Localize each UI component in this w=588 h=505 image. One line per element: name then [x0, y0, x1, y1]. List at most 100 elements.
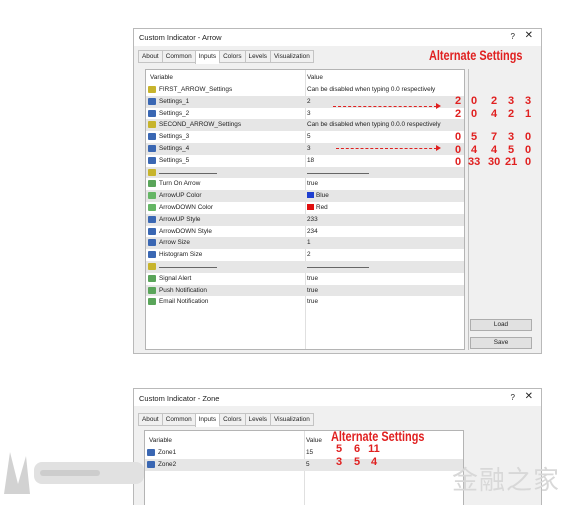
table-row[interactable]: ArrowDOWN Style 234: [146, 226, 464, 238]
tab-colors[interactable]: Colors: [219, 413, 245, 426]
alternate-value: 4: [470, 144, 478, 156]
tab-common[interactable]: Common: [161, 413, 195, 426]
tab-inputs[interactable]: Inputs: [194, 50, 220, 64]
variable-value[interactable]: 15: [306, 449, 313, 456]
color-swatch: [307, 204, 314, 210]
alternate-value: 21: [505, 156, 518, 168]
color-param-icon: [148, 204, 156, 211]
tab-common[interactable]: Common: [161, 50, 195, 63]
alternate-value: 1: [524, 108, 532, 120]
save-button[interactable]: Save: [470, 337, 532, 349]
variable-value[interactable]: 2: [307, 251, 311, 258]
table-row[interactable]: Zone2 5: [145, 458, 463, 471]
separator-line: [159, 172, 217, 174]
value-text: true: [307, 180, 319, 188]
table-row[interactable]: Settings_3 5: [146, 131, 464, 143]
close-icon[interactable]: ✕: [525, 392, 533, 402]
tab-levels[interactable]: Levels: [244, 50, 271, 63]
string-param-icon: [148, 168, 156, 176]
table-row[interactable]: Signal Alert true: [146, 273, 464, 285]
variable-name: Settings_4: [159, 145, 190, 152]
tab-visualization[interactable]: Visualization: [270, 50, 314, 63]
value-text: 15: [306, 449, 314, 456]
variable-value[interactable]: 1: [307, 239, 311, 246]
variable-value[interactable]: true: [307, 275, 318, 282]
variable-name: Zone1: [158, 449, 177, 456]
table-row[interactable]: SECOND_ARROW_Settings Can be disabled whe…: [146, 119, 464, 132]
table-row[interactable]: Turn On Arrow true: [146, 178, 464, 190]
separator-line: [159, 267, 217, 268]
table-row[interactable]: Zone1 15: [145, 447, 463, 459]
string-param-icon: [148, 263, 156, 270]
separator-line: [307, 172, 369, 174]
table-row[interactable]: [146, 261, 464, 273]
table-row[interactable]: Settings_5 18: [146, 155, 464, 167]
alternate-value: 11: [368, 443, 380, 455]
variable-value[interactable]: Red: [307, 204, 328, 211]
load-button[interactable]: Load: [470, 319, 532, 331]
value-column-header: Value: [307, 74, 323, 81]
alternate-value: 3: [335, 456, 343, 468]
variable-value[interactable]: 3: [307, 145, 311, 152]
color-param-icon: [148, 192, 156, 200]
alternate-value: 2: [507, 108, 515, 120]
variable-value[interactable]: 2: [307, 98, 311, 105]
variable-name: Zone2: [158, 460, 177, 468]
table-row[interactable]: Email Notification true: [146, 296, 464, 308]
tab-about[interactable]: About: [138, 50, 162, 63]
variable-name: Signal Alert: [159, 274, 192, 282]
variable-value[interactable]: 234: [307, 228, 318, 235]
alternate-settings-label-zone: Alternate Settings: [331, 428, 425, 444]
table-row[interactable]: Push Notification true: [146, 284, 464, 297]
alternate-value: 0: [470, 95, 478, 107]
variable-value[interactable]: Blue: [307, 192, 329, 199]
variable-column-header: Variable: [149, 437, 172, 444]
table-row[interactable]: Histogram Size 2: [146, 249, 464, 261]
arrow-indicator-dialog: Custom Indicator - Arrow ? ✕ About Commo…: [133, 28, 542, 354]
table-row[interactable]: ArrowUP Color Blue: [146, 190, 464, 202]
table-row[interactable]: Arrow Size 1: [146, 237, 464, 250]
variable-value[interactable]: Can be disabled when typing 0.0 respecti…: [307, 86, 435, 93]
variable-value[interactable]: true: [307, 180, 318, 187]
tab-visualization[interactable]: Visualization: [270, 413, 314, 426]
alternate-value: 0: [454, 156, 462, 168]
alternate-value: 6: [353, 443, 361, 455]
dashed-arrow-settings-1: [333, 103, 441, 109]
value-text: 234: [307, 227, 318, 235]
string-param-icon: [148, 86, 156, 93]
table-row[interactable]: FIRST_ARROW_Settings Can be disabled when…: [146, 84, 464, 96]
int-param-icon: [148, 133, 156, 141]
variable-value[interactable]: 18: [307, 157, 314, 164]
variable-value[interactable]: Can be disabled when typing 0.0.0 respec…: [307, 121, 441, 128]
alternate-value: 4: [370, 456, 378, 468]
tab-bar: About Common Inputs Colors Levels Visual…: [138, 50, 314, 64]
variable-value[interactable]: 5: [306, 461, 310, 468]
table-row[interactable]: ArrowDOWN Color Red: [146, 202, 464, 214]
table-row[interactable]: Settings_2 3: [146, 108, 464, 120]
value-text: 5: [307, 133, 311, 141]
close-icon[interactable]: ✕: [525, 31, 533, 41]
alternate-value: 7: [490, 131, 498, 143]
alternate-value: 3: [524, 95, 532, 107]
value-text: Can be disabled when typing 0.0 respecti…: [307, 86, 436, 93]
tab-inputs[interactable]: Inputs: [194, 413, 220, 427]
variable-value[interactable]: 3: [307, 110, 311, 117]
help-button[interactable]: ?: [511, 32, 515, 41]
variable-value[interactable]: true: [307, 287, 318, 294]
value-text: true: [307, 286, 319, 294]
tab-levels[interactable]: Levels: [244, 413, 271, 426]
tab-colors[interactable]: Colors: [219, 50, 245, 63]
variable-name: ArrowUP Color: [159, 192, 202, 200]
table-row[interactable]: [146, 166, 464, 179]
value-column-header: Value: [306, 437, 322, 444]
title-bar: Custom Indicator - Zone ? ✕: [134, 389, 541, 406]
alternate-value: 2: [454, 95, 462, 107]
help-button[interactable]: ?: [511, 393, 515, 402]
variable-value[interactable]: 233: [307, 216, 318, 223]
variable-value[interactable]: 5: [307, 133, 311, 140]
tab-about[interactable]: About: [138, 413, 162, 426]
alternate-value: 30: [488, 156, 501, 168]
table-row[interactable]: ArrowUP Style 233: [146, 213, 464, 226]
value-text: Can be disabled when typing 0.0.0 respec…: [307, 121, 441, 129]
variable-value[interactable]: true: [307, 298, 318, 305]
